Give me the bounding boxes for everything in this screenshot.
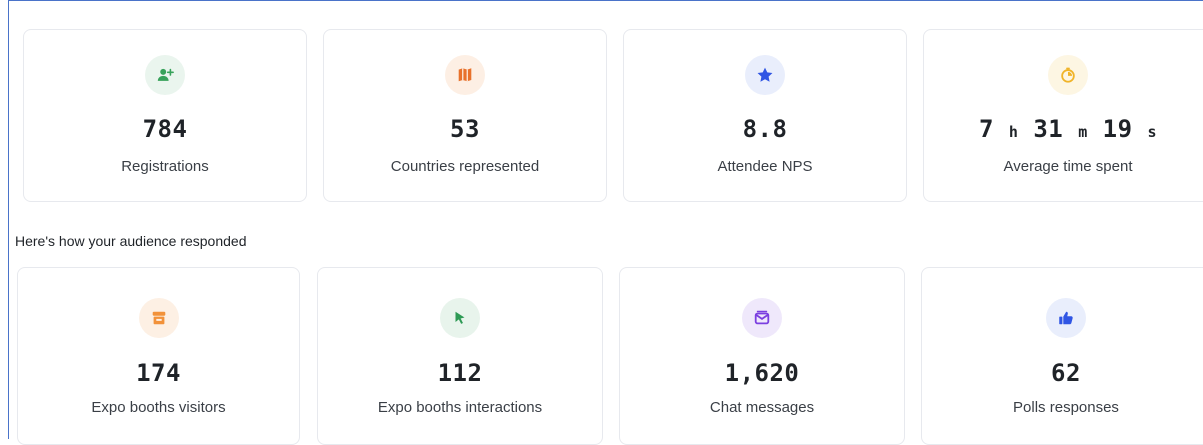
countries-value: 53 <box>450 115 480 143</box>
chat-messages-label: Chat messages <box>709 399 815 416</box>
seconds-value: 19 <box>1102 115 1133 143</box>
nps-card: 8.8 Attendee NPS <box>623 29 907 202</box>
polls-responses-value: 62 <box>1051 359 1081 387</box>
message-icon <box>742 298 782 338</box>
nps-label: Attendee NPS <box>717 158 813 175</box>
booth-interactions-label: Expo booths interactions <box>377 399 543 416</box>
avg-time-value: 7 h 31 m 19 s <box>924 115 1203 143</box>
chat-messages-card: 1,620 Chat messages <box>619 267 905 445</box>
booth-visitors-value: 174 <box>136 359 181 387</box>
minutes-unit: m <box>1078 123 1088 141</box>
registrations-card: 784 Registrations <box>23 29 307 202</box>
star-icon <box>745 55 785 95</box>
booth-interactions-card: 112 Expo booths interactions <box>317 267 603 445</box>
avg-time-label: Average time spent <box>1003 158 1133 175</box>
booth-visitors-card: 174 Expo booths visitors <box>17 267 300 445</box>
minutes-value: 31 <box>1033 115 1064 143</box>
polls-responses-card: 62 Polls responses <box>921 267 1203 445</box>
seconds-unit: s <box>1147 123 1158 141</box>
section-title: Here's how your audience responded <box>15 233 247 249</box>
user-plus-icon <box>145 55 185 95</box>
registrations-value: 784 <box>142 115 188 143</box>
chat-messages-value: 1,620 <box>724 359 800 387</box>
booth-interactions-value: 112 <box>437 359 483 387</box>
avg-time-card: 7 h 31 m 19 s Average time spent <box>923 29 1203 202</box>
countries-card: 53 Countries represented <box>323 29 607 202</box>
countries-label: Countries represented <box>390 158 540 175</box>
booth-icon <box>138 298 179 338</box>
hours-value: 7 <box>978 115 994 143</box>
map-icon <box>445 55 485 95</box>
nps-value: 8.8 <box>742 115 788 143</box>
stopwatch-icon <box>1048 55 1088 95</box>
thumbs-up-icon <box>1046 298 1086 338</box>
registrations-label: Registrations <box>121 158 209 175</box>
polls-responses-label: Polls responses <box>1013 399 1119 416</box>
cursor-icon <box>440 298 480 338</box>
booth-visitors-label: Expo booths visitors <box>91 399 226 416</box>
hours-unit: h <box>1008 123 1019 141</box>
